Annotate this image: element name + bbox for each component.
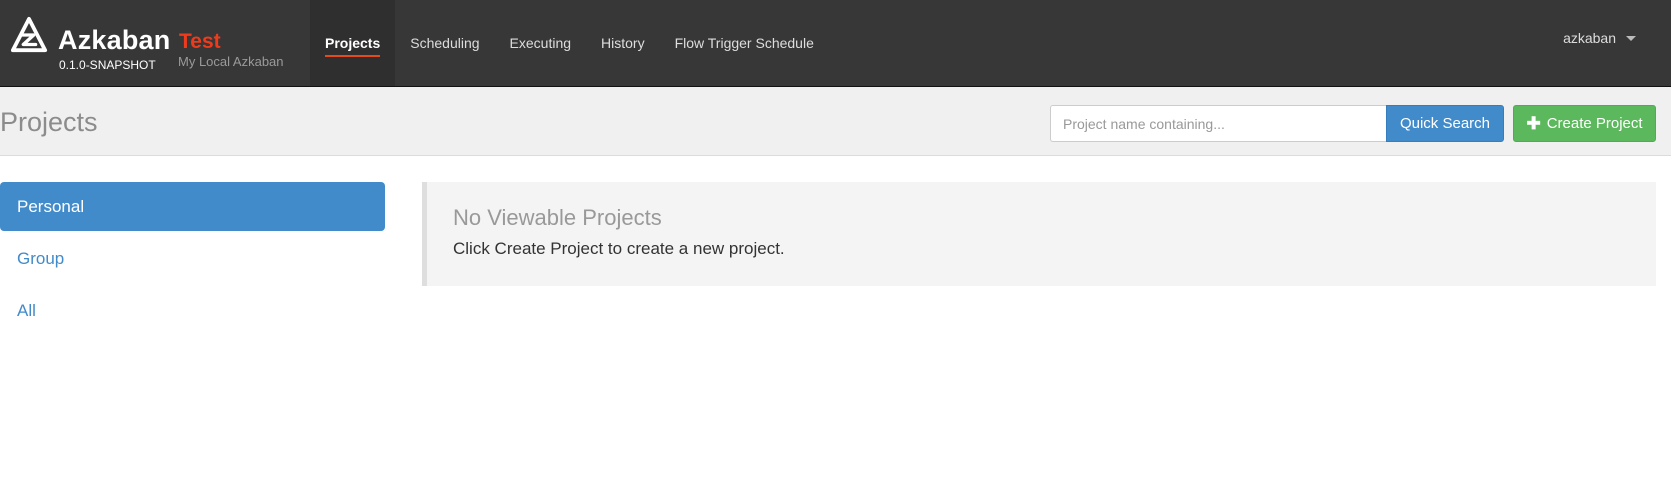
brand-name[interactable]: Azkaban bbox=[58, 25, 170, 56]
nav-executing-label: Executing bbox=[509, 35, 572, 51]
project-search-input[interactable] bbox=[1050, 105, 1387, 142]
user-menu[interactable]: azkaban bbox=[1563, 30, 1636, 46]
nav-projects-label: Projects bbox=[325, 35, 381, 57]
chevron-down-icon bbox=[1626, 35, 1636, 41]
sidebar-item-personal[interactable]: Personal bbox=[0, 182, 385, 231]
create-project-button[interactable]: ✚ Create Project bbox=[1513, 105, 1656, 142]
top-navbar: Azkaban 0.1.0-SNAPSHOT Test My Local Azk… bbox=[0, 0, 1671, 87]
empty-state-text: Click Create Project to create a new pro… bbox=[453, 239, 785, 258]
quick-search-button[interactable]: Quick Search bbox=[1386, 105, 1504, 142]
sidebar-item-all[interactable]: All bbox=[0, 286, 385, 335]
project-filter-sidebar: Personal Group All bbox=[0, 182, 385, 338]
empty-state-title: No Viewable Projects bbox=[453, 205, 662, 230]
page-title: Projects bbox=[0, 107, 98, 137]
nav-history-label: History bbox=[601, 35, 645, 51]
user-name: azkaban bbox=[1563, 30, 1616, 46]
nav-scheduling[interactable]: Scheduling bbox=[395, 0, 494, 86]
empty-projects-panel: No Viewable Projects Click Create Projec… bbox=[422, 182, 1656, 286]
nav-flow-trigger-schedule[interactable]: Flow Trigger Schedule bbox=[660, 0, 829, 86]
environment-subtitle: My Local Azkaban bbox=[178, 54, 284, 69]
main-nav: Projects Scheduling Executing History Fl… bbox=[310, 0, 829, 86]
plus-icon: ✚ bbox=[1526, 114, 1541, 133]
nav-scheduling-label: Scheduling bbox=[410, 35, 480, 51]
azkaban-logo-icon[interactable] bbox=[10, 16, 48, 54]
sidebar-item-group[interactable]: Group bbox=[0, 234, 385, 283]
nav-flow-trigger-schedule-label: Flow Trigger Schedule bbox=[674, 35, 814, 51]
nav-history[interactable]: History bbox=[586, 0, 660, 86]
environment-name: Test bbox=[179, 30, 221, 53]
nav-executing[interactable]: Executing bbox=[495, 0, 586, 86]
page-header: Projects Quick Search ✚ Create Project bbox=[0, 87, 1671, 156]
create-project-label: Create Project bbox=[1546, 115, 1643, 132]
nav-projects[interactable]: Projects bbox=[310, 0, 396, 86]
brand-version: 0.1.0-SNAPSHOT bbox=[59, 58, 156, 72]
